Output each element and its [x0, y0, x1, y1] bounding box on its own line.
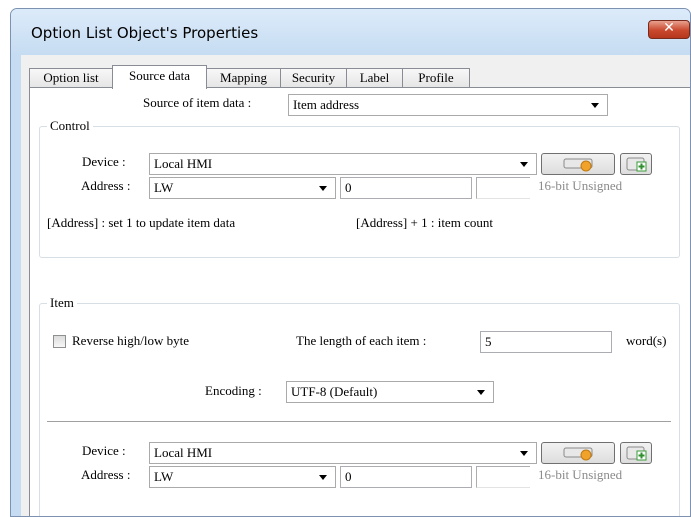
control-address-type-value: LW — [154, 180, 174, 195]
chevron-down-icon — [520, 162, 528, 167]
control-address-extension — [476, 177, 530, 199]
item-format-hint: 16-bit Unsigned — [538, 467, 623, 482]
encoding-value: UTF-8 (Default) — [291, 384, 378, 399]
control-device-settings-button[interactable] — [541, 153, 615, 175]
item-group-title: Item — [47, 295, 77, 311]
control-group-title: Control — [47, 118, 93, 134]
source-select[interactable]: Item address — [288, 94, 608, 116]
close-icon: ✕ — [663, 20, 675, 36]
tab-mapping[interactable]: Mapping — [206, 68, 281, 88]
control-note-count: [Address] + 1 : item count — [356, 215, 493, 230]
item-device-settings-button[interactable] — [541, 442, 615, 464]
add-device-icon — [626, 446, 647, 461]
control-address-type-select[interactable]: LW — [149, 177, 336, 199]
source-data-panel: Source of item data : Item address Contr… — [29, 87, 690, 516]
item-length-input[interactable]: 5 — [480, 331, 612, 353]
add-device-icon — [626, 157, 647, 172]
close-button[interactable]: ✕ — [648, 20, 690, 39]
window-title: Option List Object's Properties — [31, 24, 259, 42]
item-device-select[interactable]: Local HMI — [149, 442, 537, 464]
control-address-input[interactable]: 0 — [340, 177, 472, 199]
tab-source-data[interactable]: Source data — [112, 65, 207, 89]
tab-label[interactable]: Label — [346, 68, 403, 88]
item-length-value: 5 — [485, 334, 492, 349]
title-bar: Option List Object's Properties ✕ — [11, 9, 690, 55]
chevron-down-icon — [319, 475, 327, 480]
item-address-type-value: LW — [154, 469, 174, 484]
encoding-label: Encoding : — [205, 383, 262, 398]
chevron-down-icon — [520, 451, 528, 456]
item-length-unit: word(s) — [626, 333, 667, 348]
item-address-type-select[interactable]: LW — [149, 466, 336, 488]
device-settings-icon — [563, 158, 593, 172]
encoding-select[interactable]: UTF-8 (Default) — [286, 381, 494, 403]
item-length-label: The length of each item : — [296, 333, 427, 348]
device-settings-icon — [563, 447, 593, 461]
item-address-input[interactable]: 0 — [340, 466, 472, 488]
item-device-value: Local HMI — [154, 445, 213, 460]
control-device-value: Local HMI — [154, 156, 213, 171]
item-separator — [47, 421, 671, 422]
reverse-byte-label: Reverse high/low byte — [72, 333, 189, 348]
source-select-value: Item address — [293, 97, 360, 112]
source-label: Source of item data : — [143, 95, 252, 110]
item-address-value: 0 — [345, 469, 352, 484]
tab-profile[interactable]: Profile — [402, 68, 470, 88]
tab-option-list[interactable]: Option list — [29, 68, 113, 88]
control-note-update: [Address] : set 1 to update item data — [47, 215, 236, 230]
control-address-label: Address : — [81, 178, 131, 193]
reverse-byte-checkbox[interactable] — [53, 335, 66, 348]
chevron-down-icon — [477, 390, 485, 395]
item-device-label: Device : — [82, 443, 126, 458]
control-address-value: 0 — [345, 180, 352, 195]
item-add-device-button[interactable] — [620, 442, 652, 464]
control-format-hint: 16-bit Unsigned — [538, 178, 623, 193]
control-add-device-button[interactable] — [620, 153, 652, 175]
properties-dialog: Option List Object's Properties ✕ Option… — [10, 8, 691, 517]
tab-security[interactable]: Security — [280, 68, 347, 88]
dialog-client-area: Option list Source data Mapping Security… — [21, 55, 690, 516]
item-address-extension — [476, 466, 530, 488]
control-device-label: Device : — [82, 154, 126, 169]
chevron-down-icon — [591, 103, 599, 108]
control-device-select[interactable]: Local HMI — [149, 153, 537, 175]
chevron-down-icon — [319, 186, 327, 191]
item-address-label: Address : — [81, 467, 131, 482]
